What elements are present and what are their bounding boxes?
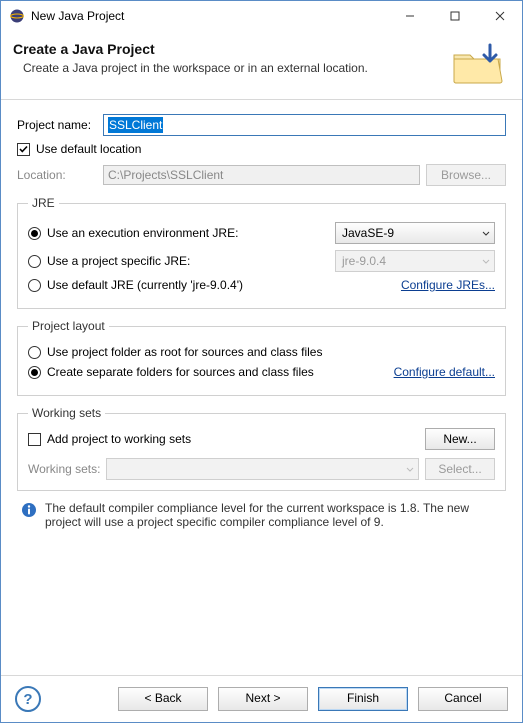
project-name-label: Project name: — [17, 118, 103, 132]
dialog-window: New Java Project Create a Java Project C… — [0, 0, 523, 723]
jre-project-combo: jre-9.0.4 — [335, 250, 495, 272]
project-layout-group: Project layout Use project folder as roo… — [17, 319, 506, 396]
browse-button: Browse... — [426, 164, 506, 186]
chevron-down-icon — [406, 462, 414, 476]
configure-jres-link[interactable]: Configure JREs... — [401, 278, 495, 292]
working-sets-group: Working sets Add project to working sets… — [17, 406, 506, 491]
info-message: The default compiler compliance level fo… — [17, 501, 506, 529]
chevron-down-icon — [482, 226, 490, 240]
working-sets-combo — [106, 458, 419, 480]
jre-env-combo[interactable]: JavaSE-9 — [335, 222, 495, 244]
location-input — [103, 165, 420, 185]
use-default-location-label: Use default location — [36, 142, 141, 156]
project-name-input[interactable]: SSLClient — [103, 114, 506, 136]
help-button[interactable]: ? — [15, 686, 41, 712]
jre-env-label: Use an execution environment JRE: — [47, 226, 271, 240]
use-default-location-checkbox[interactable] — [17, 143, 30, 156]
add-to-working-sets-label: Add project to working sets — [47, 432, 191, 446]
jre-env-value: JavaSE-9 — [342, 226, 394, 240]
jre-default-label: Use default JRE (currently 'jre-9.0.4') — [47, 278, 401, 292]
back-button[interactable]: < Back — [118, 687, 208, 711]
cancel-button[interactable]: Cancel — [418, 687, 508, 711]
layout-legend: Project layout — [28, 319, 109, 333]
working-sets-label: Working sets: — [28, 462, 100, 476]
footer: ? < Back Next > Finish Cancel — [1, 675, 522, 722]
ws-legend: Working sets — [28, 406, 105, 420]
jre-legend: JRE — [28, 196, 59, 210]
jre-default-radio[interactable] — [28, 279, 41, 292]
project-name-value: SSLClient — [108, 117, 163, 133]
configure-default-link[interactable]: Configure default... — [394, 365, 495, 379]
layout-root-radio[interactable] — [28, 346, 41, 359]
info-icon — [21, 502, 37, 518]
minimize-button[interactable] — [387, 1, 432, 31]
info-text: The default compiler compliance level fo… — [45, 501, 502, 529]
titlebar: New Java Project — [1, 1, 522, 31]
next-button[interactable]: Next > — [218, 687, 308, 711]
maximize-button[interactable] — [432, 1, 477, 31]
select-working-set-button: Select... — [425, 458, 495, 480]
location-label: Location: — [17, 168, 103, 182]
layout-separate-label: Create separate folders for sources and … — [47, 365, 394, 379]
eclipse-icon — [9, 8, 25, 24]
banner-subtitle: Create a Java project in the workspace o… — [23, 61, 446, 75]
banner-title: Create a Java Project — [13, 41, 446, 57]
jre-project-radio[interactable] — [28, 255, 41, 268]
jre-project-value: jre-9.0.4 — [342, 254, 386, 268]
jre-project-label: Use a project specific JRE: — [47, 254, 271, 268]
new-working-set-button[interactable]: New... — [425, 428, 495, 450]
jre-group: JRE Use an execution environment JRE: Ja… — [17, 196, 506, 309]
window-title: New Java Project — [31, 9, 387, 23]
jre-env-radio[interactable] — [28, 227, 41, 240]
banner: Create a Java Project Create a Java proj… — [1, 31, 522, 100]
layout-separate-radio[interactable] — [28, 366, 41, 379]
chevron-down-icon — [482, 254, 490, 268]
finish-button[interactable]: Finish — [318, 687, 408, 711]
wizard-folder-icon — [446, 39, 510, 89]
layout-root-label: Use project folder as root for sources a… — [47, 345, 495, 359]
close-button[interactable] — [477, 1, 522, 31]
add-to-working-sets-checkbox[interactable] — [28, 433, 41, 446]
content-area: Project name: SSLClient Use default loca… — [1, 100, 522, 675]
